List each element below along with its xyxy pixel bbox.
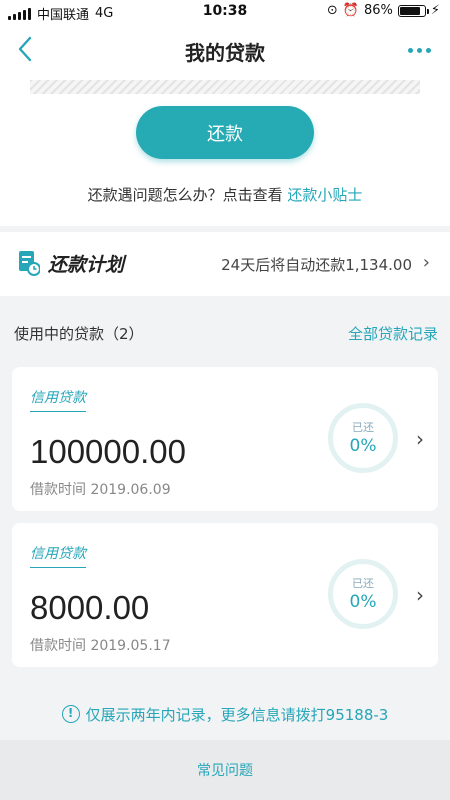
alarm-icon: ⏰: [342, 3, 359, 18]
repaid-progress-ring: 已还 0%: [328, 403, 398, 473]
records-notice: ! 仅展示两年内记录，更多信息请拨打95188-3: [18, 692, 432, 736]
chevron-right-icon: ›: [416, 583, 424, 607]
charging-icon: ⚡: [430, 3, 440, 18]
repayment-plan-row[interactable]: 还款计划 24天后将自动还款1,134.00 ›: [0, 232, 450, 296]
faq-link[interactable]: 常见问题: [0, 760, 450, 780]
status-bar: 中国联通 4G 10:38 ⊙ ⏰ 86% ⚡: [0, 0, 450, 24]
battery-icon: [397, 4, 429, 17]
all-loan-records-link[interactable]: 全部贷款记录: [348, 323, 438, 344]
more-dots-icon[interactable]: [404, 38, 434, 62]
repaid-progress-ring: 已还 0%: [328, 559, 398, 629]
plan-title: 还款计划: [48, 254, 125, 276]
loan-date: 借款时间 2019.05.17: [30, 638, 171, 654]
loans-section-label: 使用中的贷款（2）: [14, 325, 144, 343]
loan-amount: 100000.00: [30, 433, 186, 470]
plan-document-icon: [19, 251, 40, 276]
repay-help: 还款遇问题怎么办？点击查看 还款小贴士: [0, 184, 450, 205]
page-title: 我的贷款: [185, 41, 265, 65]
repaid-label: 已还: [352, 577, 374, 590]
plan-description: 24天后将自动还款1,134.00: [221, 256, 412, 274]
status-right: ⊙ ⏰ 86% ⚡: [327, 3, 440, 18]
info-icon: !: [61, 705, 80, 723]
loan-card[interactable]: 信用贷款 100000.00 借款时间 2019.06.09 已还 0% ›: [12, 367, 438, 511]
repaid-percent: 0%: [349, 436, 377, 456]
loan-card[interactable]: 信用贷款 8000.00 借款时间 2019.05.17 已还 0% ›: [12, 523, 438, 667]
hatched-divider: [30, 80, 420, 94]
notice-text: 仅展示两年内记录，更多信息请拨打95188-3: [85, 705, 389, 724]
repay-section: 还款 还款遇问题怎么办？点击查看 还款小贴士: [0, 80, 450, 226]
loan-type-tag: 信用贷款: [30, 387, 86, 412]
footer-bar: 常见问题: [0, 740, 450, 800]
chevron-right-icon: ›: [416, 427, 424, 451]
loan-type-tag: 信用贷款: [30, 543, 86, 568]
battery-percent: 86%: [363, 3, 393, 18]
loans-header: 使用中的贷款（2） 全部贷款记录: [0, 296, 450, 362]
nav-header: 我的贷款: [0, 24, 450, 80]
loan-date: 借款时间 2019.06.09: [30, 482, 171, 498]
repay-help-text: 还款遇问题怎么办？点击查看: [87, 186, 288, 204]
repaid-label: 已还: [352, 421, 374, 434]
loan-amount: 8000.00: [30, 589, 150, 626]
repay-tips-link[interactable]: 还款小贴士: [287, 186, 362, 204]
repaid-percent: 0%: [349, 592, 377, 612]
rotation-lock-icon: ⊙: [326, 3, 338, 18]
chevron-right-icon: ›: [422, 252, 430, 273]
repay-button[interactable]: 还款: [136, 106, 314, 159]
